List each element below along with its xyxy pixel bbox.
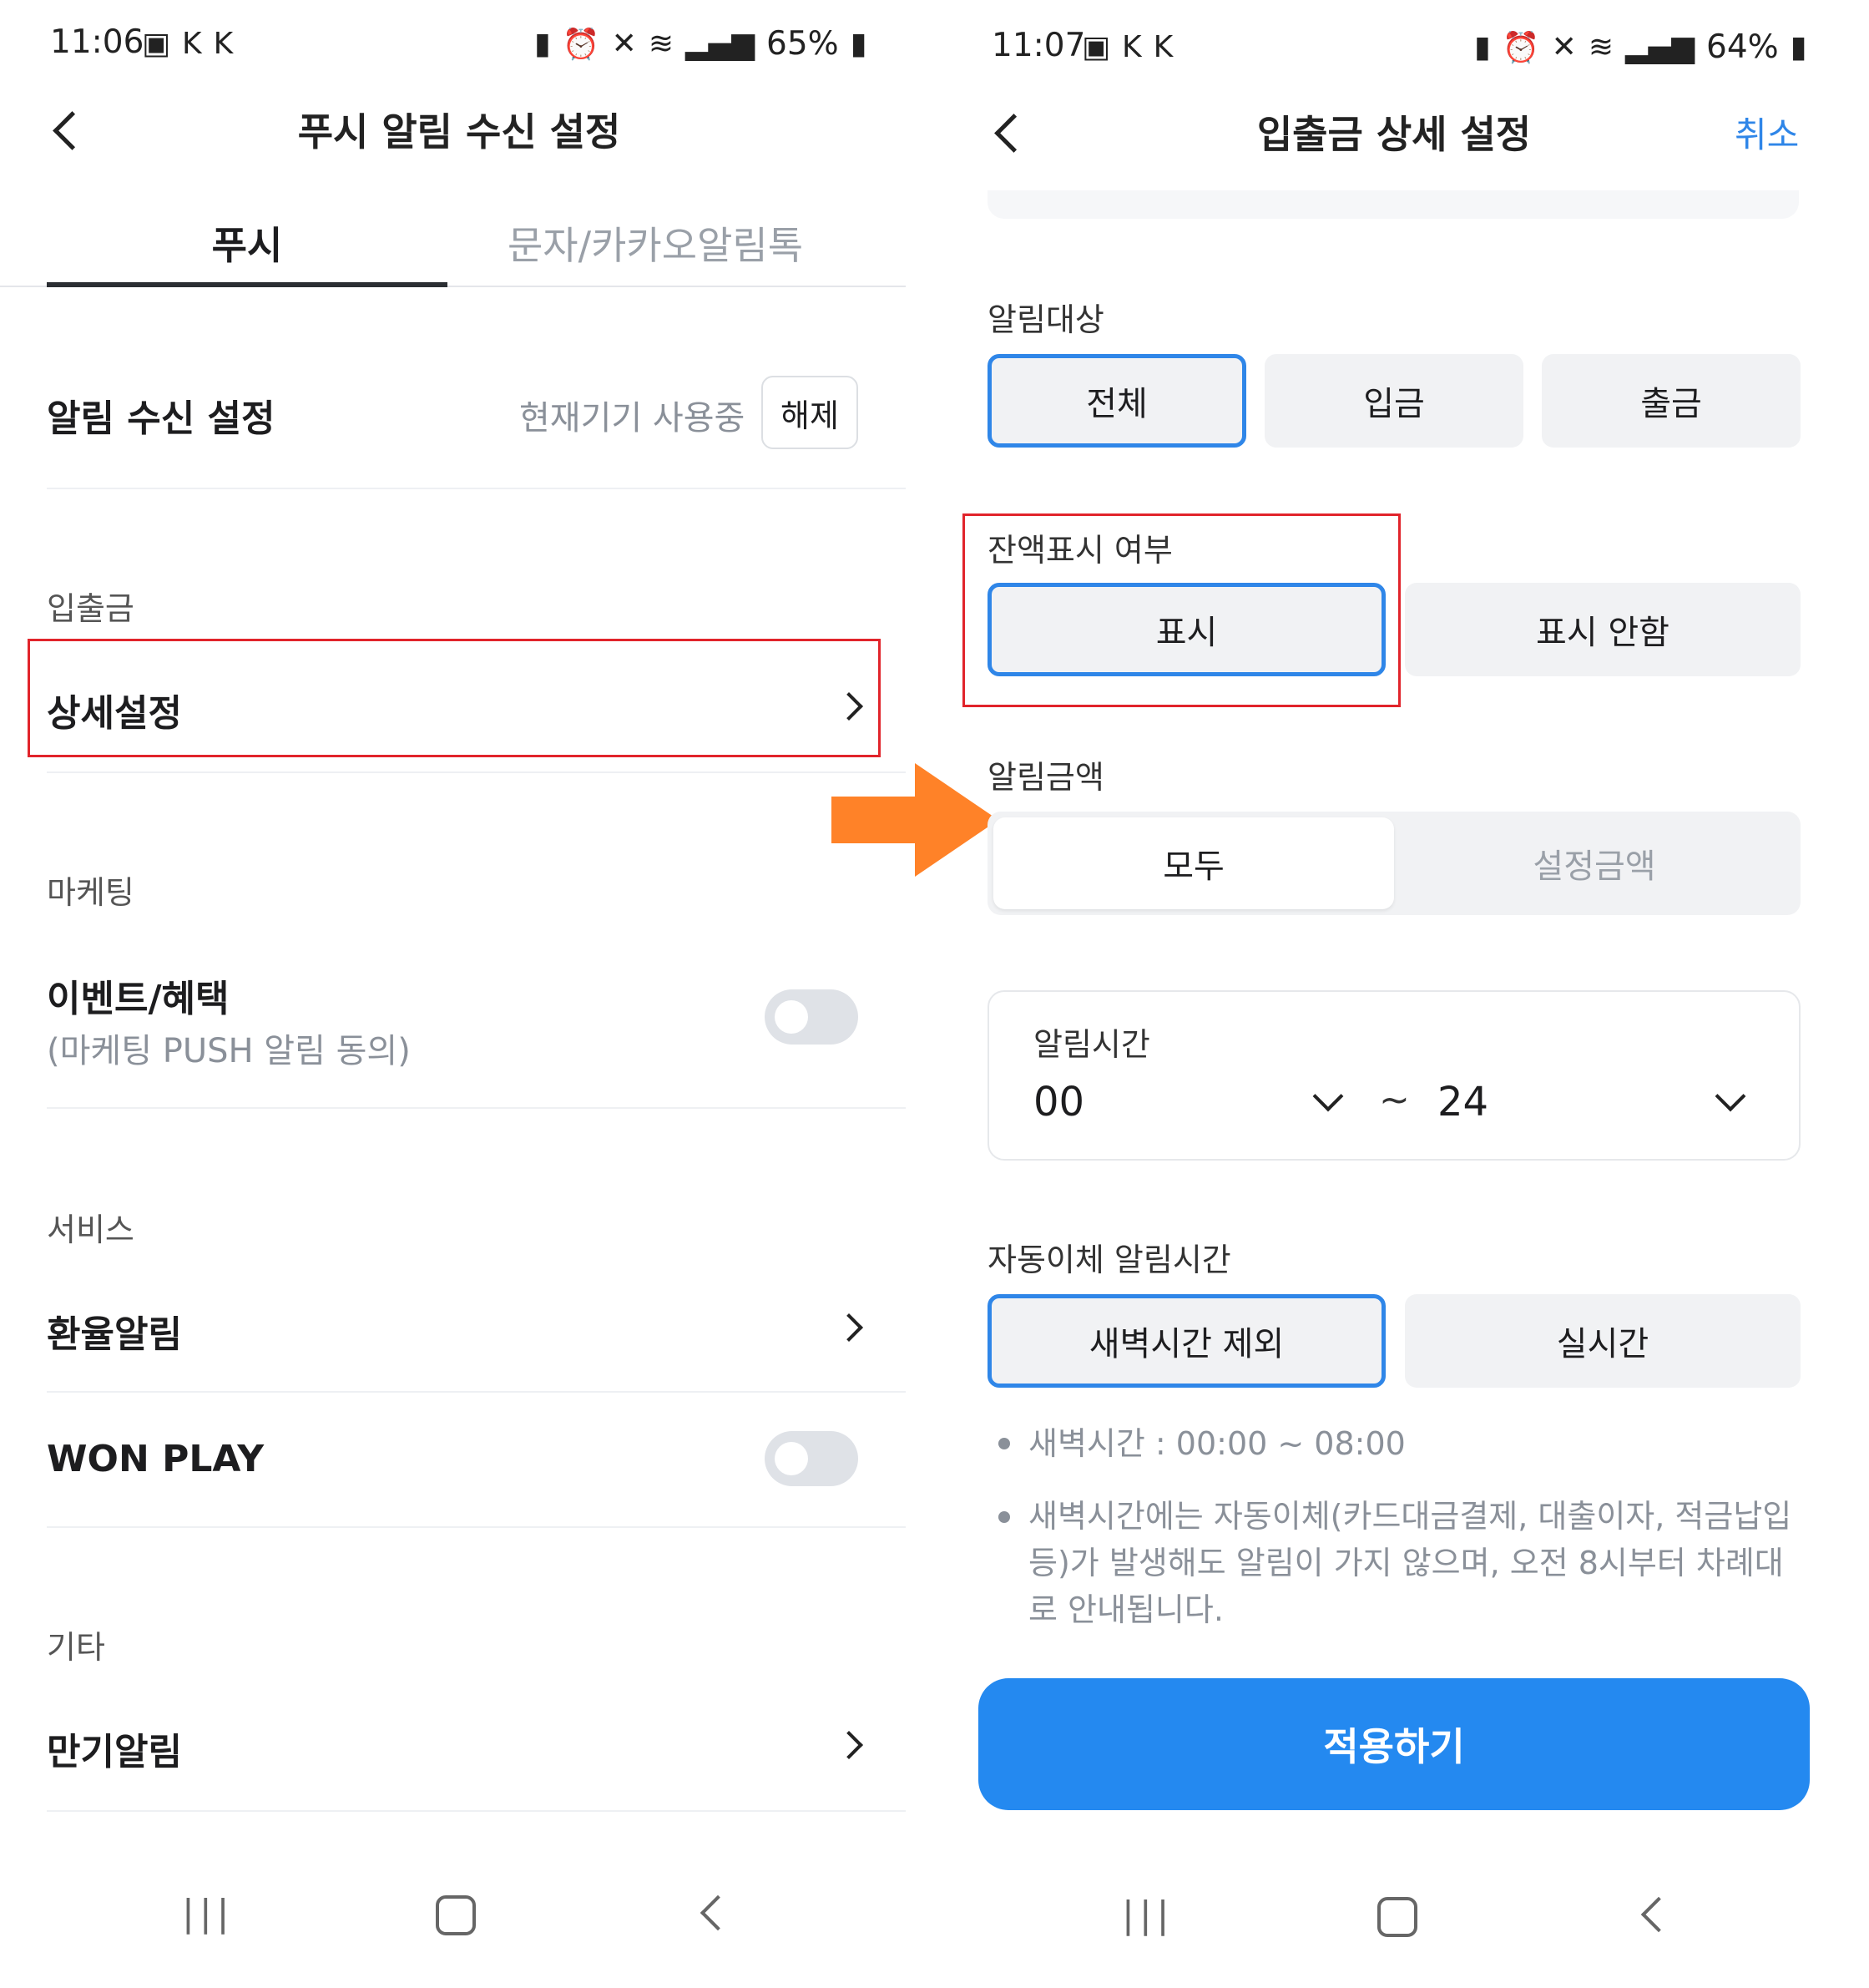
balance-option-show[interactable]: 표시: [988, 583, 1386, 676]
back-arrow-icon[interactable]: [53, 111, 92, 150]
bullet: [998, 1438, 1010, 1449]
target-option-withdraw[interactable]: 출금: [1542, 354, 1801, 448]
target-option-all[interactable]: 전체: [988, 354, 1246, 448]
divider: [47, 1107, 906, 1109]
app-notification-icon: K: [1153, 30, 1174, 64]
amount-label: 알림금액: [988, 759, 1104, 796]
page-title: 푸시 알림 수신 설정: [297, 109, 621, 154]
note-dawn-description: 새벽시간에는 자동이체(카드대금결제, 대출이자, 적금납입 등)가 발생해도 …: [1028, 1498, 1792, 1628]
amount-option-custom[interactable]: 설정금액: [1394, 817, 1795, 909]
section-service-label: 서비스: [47, 1212, 134, 1248]
home-icon[interactable]: [436, 1895, 476, 1935]
tab-active-indicator: [47, 282, 447, 287]
event-title: 이벤트/혜택: [47, 978, 230, 1020]
app-notification-icon: K: [213, 27, 234, 61]
app-notification-icon: K: [182, 27, 202, 61]
time-card: [988, 990, 1801, 1161]
chevron-right-icon[interactable]: [835, 1731, 863, 1759]
maturity-alert-label[interactable]: 만기알림: [47, 1722, 182, 1775]
exchange-alert-label[interactable]: 환율알림: [47, 1304, 182, 1358]
balance-option-hide[interactable]: 표시 안함: [1405, 583, 1801, 676]
battery-icon: ▮: [1790, 30, 1807, 64]
divider: [47, 1810, 906, 1812]
status-time: 11:06: [50, 23, 144, 61]
back-arrow-icon[interactable]: [994, 114, 1033, 153]
device-status-text: 현재기기 사용중: [519, 399, 745, 438]
time-label: 알림시간: [1033, 1026, 1150, 1063]
alarm-icon: ⏰: [562, 27, 600, 62]
divider: [47, 1526, 906, 1528]
signal-icon: ▂▄▆: [1624, 30, 1695, 64]
time-from-value[interactable]: 00: [1033, 1079, 1084, 1126]
recent-apps-icon[interactable]: |||: [1122, 1894, 1174, 1936]
signal-icon: ▂▄▆: [684, 27, 755, 61]
wonplay-label: WON PLAY: [47, 1438, 265, 1480]
bullet: [998, 1511, 1010, 1523]
wifi-icon: ≋: [1588, 30, 1614, 64]
toggle-knob: [775, 1442, 808, 1475]
page-title: 입출금 상세 설정: [1256, 112, 1532, 157]
nav-back-icon[interactable]: [700, 1894, 736, 1931]
section-deposit-label: 입출금: [47, 590, 134, 627]
gallery-icon: ▣: [142, 27, 171, 61]
arrow-annotation: [831, 763, 998, 877]
auto-option-exclude-dawn[interactable]: 새벽시간 제외: [988, 1294, 1386, 1388]
wifi-icon: ≋: [648, 27, 674, 61]
wonplay-toggle[interactable]: [765, 1431, 858, 1486]
app-notification-icon: K: [1122, 30, 1142, 64]
status-right-icons: ▮ ⏰ ✕ ≋ ▂▄▆ 65% ▮: [534, 25, 867, 63]
toggle-knob: [775, 1000, 808, 1034]
divider: [47, 771, 906, 773]
status-left-icons: ▣ K K: [1082, 30, 1173, 64]
battery-icon: ▮: [850, 27, 867, 61]
time-tilde: ~: [1379, 1079, 1410, 1121]
receive-setting-label: 알림 수신 설정: [47, 397, 275, 440]
battery-percent: 65%: [766, 25, 839, 63]
alarm-icon: ⏰: [1502, 30, 1540, 65]
mute-icon: ✕: [1551, 30, 1577, 64]
battery-saver-icon: ▮: [534, 27, 551, 61]
event-subtitle: (마케팅 PUSH 알림 동의): [47, 1032, 411, 1070]
tab-sms-kakao[interactable]: 문자/카카오알림톡: [451, 215, 860, 271]
cancel-button[interactable]: 취소: [1735, 107, 1799, 158]
battery-percent: 64%: [1706, 28, 1779, 66]
event-toggle[interactable]: [765, 989, 858, 1045]
target-option-deposit[interactable]: 입금: [1265, 354, 1523, 448]
home-icon[interactable]: [1377, 1897, 1417, 1937]
amount-option-all[interactable]: 모두: [993, 817, 1394, 909]
balance-label: 잔액표시 여부: [988, 532, 1173, 569]
status-right-icons: ▮ ⏰ ✕ ≋ ▂▄▆ 64% ▮: [1474, 28, 1807, 66]
section-etc-label: 기타: [47, 1629, 105, 1666]
apply-button[interactable]: 적용하기: [978, 1678, 1810, 1810]
battery-saver-icon: ▮: [1474, 30, 1491, 64]
detail-setting-label[interactable]: 상세설정: [47, 683, 182, 736]
auto-option-realtime[interactable]: 실시간: [1405, 1294, 1801, 1388]
status-left-icons: ▣ K K: [142, 27, 233, 61]
chevron-right-icon[interactable]: [835, 1313, 863, 1342]
target-label: 알림대상: [988, 301, 1104, 338]
section-marketing-label: 마케팅: [47, 874, 134, 911]
time-to-value[interactable]: 24: [1437, 1079, 1488, 1126]
divider: [47, 488, 906, 489]
scrolled-card-edge: [988, 190, 1799, 219]
gallery-icon: ▣: [1082, 30, 1111, 64]
release-button[interactable]: 해제: [761, 376, 858, 449]
tab-push[interactable]: 푸시: [47, 215, 447, 271]
note-dawn-time: 새벽시간 : 00:00 ~ 08:00: [1028, 1425, 1406, 1462]
nav-back-icon[interactable]: [1640, 1896, 1677, 1933]
status-time: 11:07: [992, 27, 1086, 64]
mute-icon: ✕: [611, 27, 637, 61]
auto-transfer-label: 자동이체 알림시간: [988, 1242, 1231, 1278]
divider: [47, 1391, 906, 1393]
recent-apps-icon[interactable]: |||: [182, 1892, 234, 1935]
